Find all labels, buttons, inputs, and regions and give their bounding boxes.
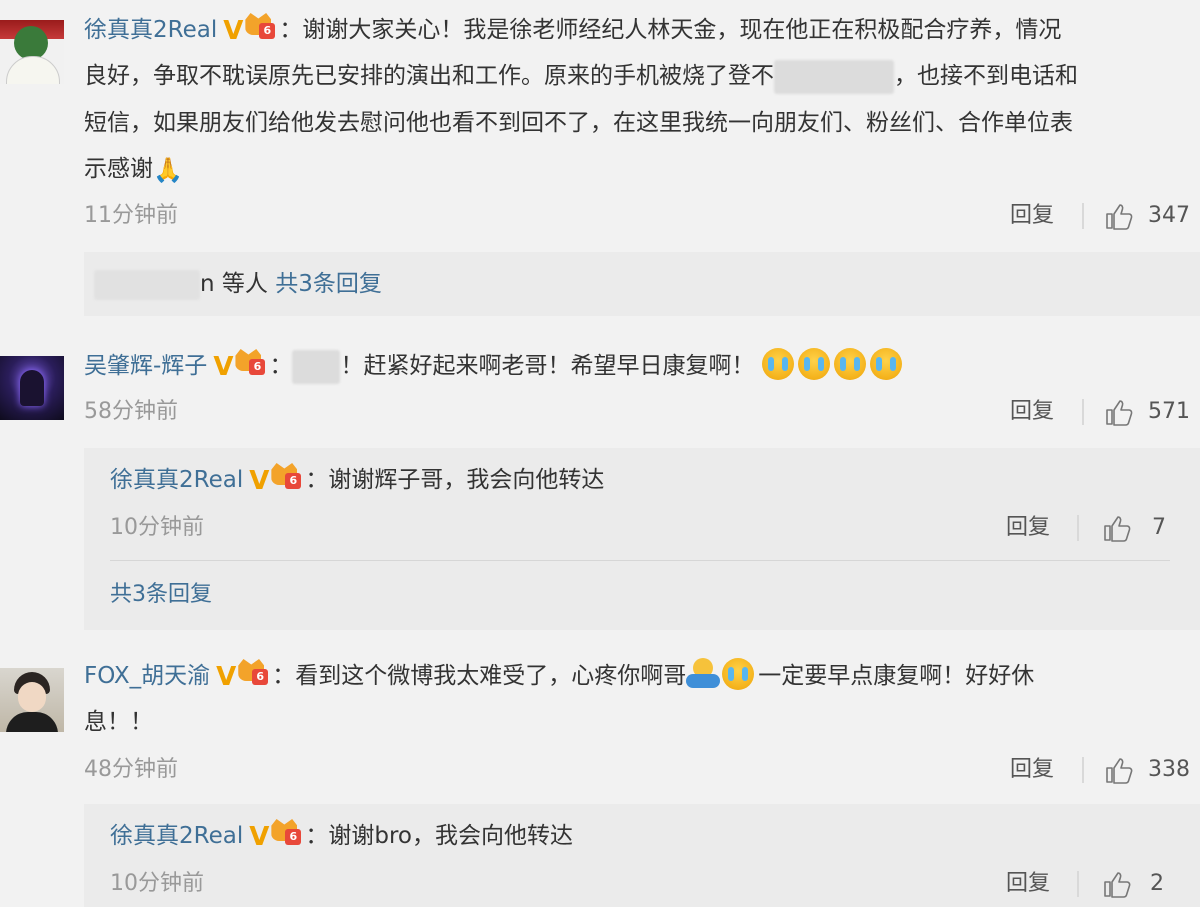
comment-time: 11分钟前 [84, 203, 178, 228]
reply-button[interactable]: 回复 [1010, 397, 1054, 427]
divider [1077, 871, 1079, 897]
reply-text: 谢谢bro，我会向他转达 [328, 823, 573, 849]
reply-time: 10分钟前 [110, 871, 204, 896]
comment-time: 48分钟前 [84, 757, 178, 782]
comment-line-1: FOX_胡天渝 V 6 ：看到这个微博我太难受了，心疼你啊哥 一定要早点康复啊！好好休 [84, 653, 1034, 700]
crown-member-icon: 6 [238, 659, 270, 689]
verified-v-icon: V [216, 662, 237, 692]
blurred-text [292, 349, 341, 384]
like-count: 338 [1148, 757, 1190, 782]
like-count: 7 [1152, 515, 1166, 540]
crown-member-icon: 6 [235, 349, 267, 379]
thumbs-up-icon[interactable] [1104, 755, 1134, 785]
avatar[interactable] [0, 668, 64, 732]
comment-text: 短信，如果朋友们给他发去慰问他也看不到回不了，在这里我统一向朋友们、粉丝们、合作… [84, 110, 1073, 136]
divider [1082, 757, 1084, 783]
like-count: 347 [1148, 203, 1190, 228]
reply-time: 10分钟前 [110, 515, 204, 540]
crown-member-icon: 6 [271, 463, 303, 493]
username-link[interactable]: FOX_胡天渝 [84, 663, 210, 689]
divider [1082, 203, 1084, 229]
comment-line-3: 短信，如果朋友们给他发去慰问他也看不到回不了，在这里我统一向朋友们、粉丝们、合作… [84, 100, 1073, 146]
comment-text: 看到这个微博我太难受了，心疼你啊哥 [295, 663, 687, 689]
thumbs-up-icon[interactable] [1102, 869, 1132, 899]
comment-line-4: 示感谢🙏 [84, 146, 183, 193]
like-count: 2 [1150, 871, 1164, 896]
thumbs-up-icon[interactable] [1104, 397, 1134, 427]
divider [1077, 515, 1079, 541]
reply-text: 谢谢辉子哥，我会向他转达 [328, 467, 605, 493]
divider [1082, 399, 1084, 425]
verified-v-icon: V [213, 352, 234, 382]
comment-line-2: 良好，争取不耽误原先已安排的演出和工作。原来的手机被烧了登不 ，也接不到电话和 [84, 53, 1078, 99]
hug-emoji-icon [686, 658, 721, 690]
more-replies-link[interactable]: 共3条回复 [110, 580, 212, 610]
comment-line-2: 息！！ [84, 699, 153, 745]
like-count: 571 [1148, 399, 1190, 424]
crying-emoji-icon [833, 348, 866, 380]
comment-text: ，也接不到电话和 [894, 63, 1078, 89]
reply-summary-text: n 等人 共3条回复 [94, 261, 382, 307]
crying-emoji-icon [869, 348, 902, 380]
comment-time: 58分钟前 [84, 399, 178, 424]
reply-button[interactable]: 回复 [1010, 201, 1054, 231]
comment-text: 息！！ [84, 709, 153, 735]
reply-line: 徐真真2Real V 6 ：谢谢bro，我会向他转达 [110, 813, 573, 860]
username-link[interactable]: 吴肇辉-辉子 [84, 353, 207, 379]
divider [110, 560, 1170, 561]
avatar[interactable] [0, 356, 64, 420]
username-link[interactable]: 徐真真2Real [110, 467, 243, 493]
comment-text: 一定要早点康复啊！好好休 [758, 663, 1035, 689]
crown-member-icon: 6 [271, 819, 303, 849]
crown-member-icon: 6 [245, 13, 277, 43]
pray-emoji-icon: 🙏 [153, 156, 183, 184]
comment-text: 良好，争取不耽误原先已安排的演出和工作。原来的手机被烧了登不 [84, 63, 774, 89]
crying-emoji-icon [722, 658, 755, 690]
verified-v-icon: V [249, 466, 270, 496]
comment-line-1: 徐真真2Real V 6 ：谢谢大家关心！我是徐老师经纪人林天金，现在他正在积极配合疗… [84, 7, 1061, 54]
reply-line: 徐真真2Real V 6 ：谢谢辉子哥，我会向他转达 [110, 457, 604, 504]
reply-button[interactable]: 回复 [1006, 513, 1050, 543]
verified-v-icon: V [249, 822, 270, 852]
comment-text: ！赶紧好起来啊老哥！希望早日康复啊！ [340, 353, 755, 379]
reply-button[interactable]: 回复 [1006, 869, 1050, 899]
thumbs-up-icon[interactable] [1104, 201, 1134, 231]
thumbs-up-icon[interactable] [1102, 513, 1132, 543]
reply-button[interactable]: 回复 [1010, 755, 1054, 785]
comment-line-1: 吴肇辉-辉子 V 6：！赶紧好起来啊老哥！希望早日康复啊！ [84, 343, 906, 390]
username-link[interactable]: 徐真真2Real [110, 823, 243, 849]
blurred-text [774, 59, 894, 94]
crying-emoji-icon [761, 348, 794, 380]
comment-text: 谢谢大家关心！我是徐老师经纪人林天金，现在他正在积极配合疗养，情况 [302, 17, 1062, 43]
crying-emoji-icon [797, 348, 830, 380]
comment-text: 示感谢 [84, 156, 153, 182]
more-replies-link[interactable]: 共3条回复 [275, 271, 382, 297]
verified-v-icon: V [223, 16, 244, 46]
avatar[interactable] [0, 20, 64, 84]
username-link[interactable]: 徐真真2Real [84, 17, 217, 43]
blurred-names [94, 269, 200, 300]
